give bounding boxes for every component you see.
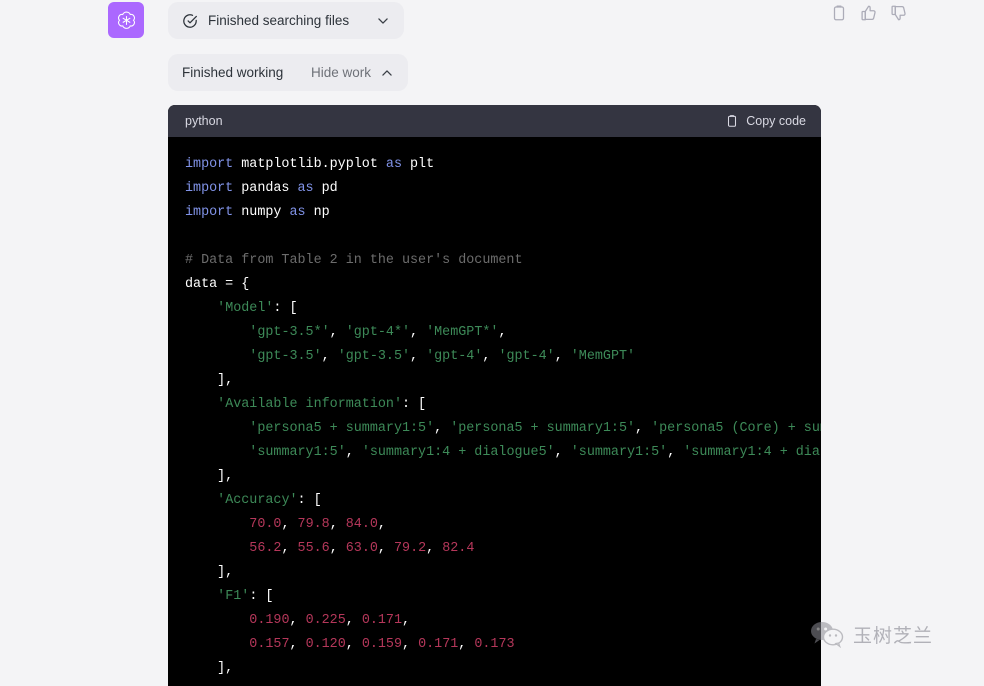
watermark-text: 玉树芝兰 (853, 624, 934, 647)
check-circle-icon (182, 13, 198, 29)
copy-icon[interactable] (830, 4, 848, 22)
assistant-avatar (108, 2, 144, 38)
code-line: 'Model': [ (217, 301, 298, 316)
watermark: 玉树芝兰 (810, 620, 933, 648)
code-line: ], (185, 661, 234, 676)
code-line: ], (185, 373, 234, 388)
code-line: 'gpt-3.5*', 'gpt-4*', 'MemGPT*', (249, 325, 507, 340)
chat-page: Finished searching files Finished workin… (0, 0, 984, 686)
code-line: 'Available information': [ (217, 397, 427, 412)
copy-code-label: Copy code (746, 114, 806, 128)
chevron-down-icon[interactable] (376, 14, 390, 28)
code-line: import pandas as pd (185, 181, 338, 196)
tool-status-search-files[interactable]: Finished searching files (168, 2, 404, 39)
code-line: 'summary1:5', 'summary1:4 + dialogue5', … (249, 445, 821, 460)
code-line: 'gpt-3.5', 'gpt-3.5', 'gpt-4', 'gpt-4', … (249, 349, 636, 364)
message-column: Finished searching files Finished workin… (168, 0, 868, 686)
code-content: import matplotlib.pyplot as plt import p… (168, 153, 821, 681)
thumbs-up-icon[interactable] (860, 4, 878, 22)
code-language-label: python (185, 114, 223, 128)
tool-status-finished-working[interactable]: Finished working Hide work (168, 54, 408, 91)
tool-status-search-label: Finished searching files (208, 13, 350, 28)
tool-status-working-label: Finished working (182, 65, 284, 80)
hide-work-button[interactable]: Hide work (311, 65, 371, 80)
code-line: ], (185, 469, 234, 484)
clipboard-icon (725, 114, 739, 128)
code-line: 0.190, 0.225, 0.171, (249, 613, 411, 628)
chevron-up-icon[interactable] (380, 66, 394, 80)
code-line: # Data from Table 2 in the user's docume… (185, 253, 523, 268)
code-line: import matplotlib.pyplot as plt (185, 157, 435, 172)
code-line: 70.0, 79.8, 84.0, (249, 517, 386, 532)
wechat-icon (810, 620, 844, 648)
code-line: import numpy as np (185, 205, 330, 220)
code-line: 'Accuracy': [ (217, 493, 322, 508)
code-line: data = { (185, 277, 250, 292)
code-line: 'persona5 + summary1:5', 'persona5 + sum… (249, 421, 821, 436)
code-line: 0.157, 0.120, 0.159, 0.171, 0.173 (249, 637, 515, 652)
code-line: 'F1': [ (217, 589, 274, 604)
code-block-body[interactable]: import matplotlib.pyplot as plt import p… (168, 137, 821, 686)
code-block-header: python Copy code (168, 105, 821, 137)
code-line: 56.2, 55.6, 63.0, 79.2, 82.4 (249, 541, 475, 556)
openai-logo-icon (115, 9, 138, 32)
code-block: python Copy code import matplotlib.pyplo… (168, 105, 821, 686)
message-actions (830, 4, 908, 22)
code-line: ], (185, 565, 234, 580)
thumbs-down-icon[interactable] (890, 4, 908, 22)
copy-code-button[interactable]: Copy code (725, 114, 806, 128)
